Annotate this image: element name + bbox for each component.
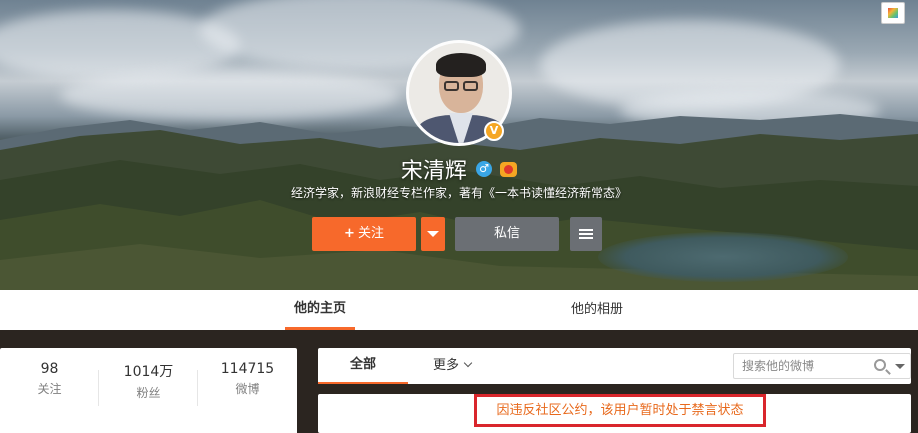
plus-icon: + [344, 226, 355, 241]
feed-tab-more-label: 更多 [432, 358, 459, 373]
verified-badge-icon: V [484, 121, 504, 141]
caret-down-icon [427, 230, 439, 237]
tab-album[interactable]: 他的相册 [557, 290, 637, 330]
stat-value: 1014万 [123, 364, 174, 380]
follow-button[interactable]: + 关注 [312, 217, 416, 251]
male-icon: ♂ [476, 161, 492, 177]
more-menu-button[interactable] [570, 217, 602, 251]
profile-name: 宋清辉 [400, 159, 467, 184]
cover-template-icon[interactable] [881, 2, 905, 24]
stats-card: 98 关注 1014万 粉丝 114715 微博 [0, 348, 297, 433]
chevron-down-icon [463, 358, 473, 368]
notice-card: 因违反社区公约，该用户暂时处于禁言状态 [318, 394, 911, 433]
search-input[interactable] [734, 354, 864, 378]
follow-dropdown-button[interactable] [421, 217, 445, 251]
profile-cover: V 宋清辉 ♂ 经济学家，新浪财经专栏作家，著有《一本书读懂经济新常态》 + 关注… [0, 0, 918, 290]
feed-tab-more[interactable]: 更多 [422, 348, 482, 384]
message-button[interactable]: 私信 [455, 217, 559, 251]
content-area: 98 关注 1014万 粉丝 114715 微博 全部 更多 因违反社区公约，该… [0, 330, 918, 433]
search-icon[interactable] [874, 359, 886, 371]
cover-lake [598, 232, 848, 282]
stat-value: 114715 [220, 361, 275, 377]
stat-value: 98 [40, 361, 59, 377]
vip-icon[interactable] [500, 161, 518, 177]
ban-notice: 因违反社区公约，该用户暂时处于禁言状态 [474, 394, 766, 427]
menu-icon [579, 228, 593, 239]
profile-tab-bar: 他的主页 他的相册 [0, 290, 918, 330]
tab-home[interactable]: 他的主页 [285, 290, 355, 330]
stat-followers[interactable]: 1014万 粉丝 [99, 348, 198, 433]
caret-down-icon[interactable] [895, 364, 905, 369]
profile-bio: 经济学家，新浪财经专栏作家，著有《一本书读懂经济新常态》 [290, 186, 627, 200]
profile-name-row: 宋清辉 ♂ [0, 153, 918, 185]
stat-posts[interactable]: 114715 微博 [198, 348, 297, 433]
follow-label: 关注 [357, 226, 384, 241]
feed-filter-bar: 全部 更多 [318, 348, 911, 384]
stat-following[interactable]: 98 关注 [0, 348, 99, 433]
stat-label: 微博 [235, 382, 260, 396]
stat-label: 粉丝 [136, 386, 161, 400]
stat-label: 关注 [37, 382, 62, 396]
feed-search [733, 353, 911, 379]
feed-tab-all[interactable]: 全部 [318, 348, 408, 384]
